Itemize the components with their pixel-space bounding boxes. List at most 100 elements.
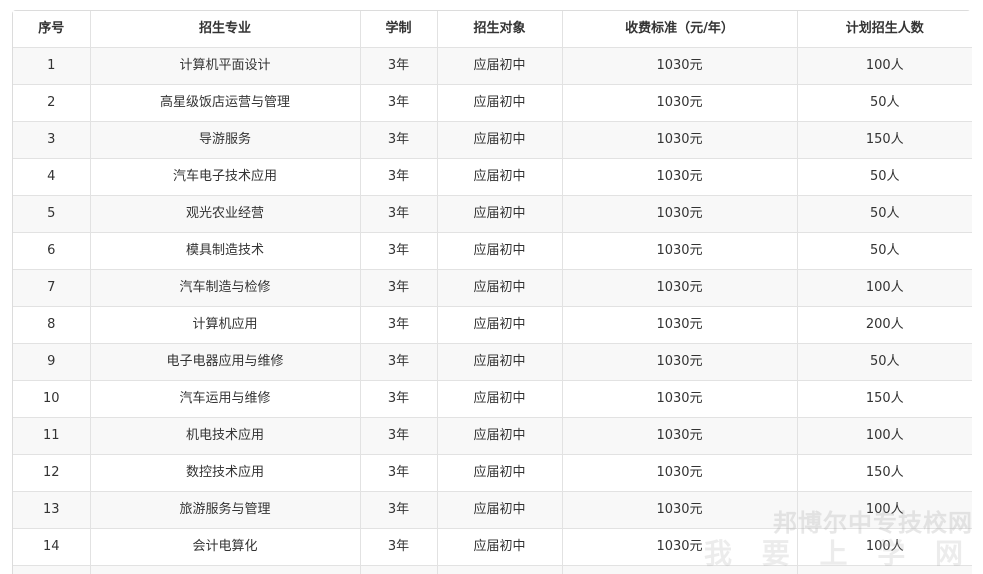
cell-major: 导游服务 [89, 121, 361, 159]
empty-cell [561, 565, 798, 574]
cell-index: 14 [13, 528, 91, 566]
table-row: 2 高星级饭店运营与管理 3年 应届初中 1030元 50人 [13, 84, 972, 122]
cell-quota: 150人 [796, 121, 972, 159]
cell-major: 模具制造技术 [89, 232, 361, 270]
cell-index: 4 [13, 158, 91, 196]
enrollment-table: 序号 招生专业 学制 招生对象 收费标准（元/年） 计划招生人数 1 计算机平面设… [13, 11, 972, 574]
cell-fee: 1030元 [561, 454, 798, 492]
cell-quota: 150人 [796, 454, 972, 492]
empty-cell [796, 565, 972, 574]
table-row: 5 观光农业经营 3年 应届初中 1030元 50人 [13, 195, 972, 233]
cell-duration: 3年 [359, 121, 438, 159]
cell-target: 应届初中 [436, 232, 563, 270]
cell-target: 应届初中 [436, 417, 563, 455]
cell-fee: 1030元 [561, 306, 798, 344]
cell-duration: 3年 [359, 528, 438, 566]
header-duration: 学制 [359, 11, 438, 48]
cell-index: 12 [13, 454, 91, 492]
cell-target: 应届初中 [436, 380, 563, 418]
cell-duration: 3年 [359, 158, 438, 196]
cell-quota: 50人 [796, 195, 972, 233]
cell-duration: 3年 [359, 47, 438, 85]
cell-major: 机电技术应用 [89, 417, 361, 455]
cell-fee: 1030元 [561, 417, 798, 455]
cell-fee: 1030元 [561, 269, 798, 307]
header-quota: 计划招生人数 [796, 11, 972, 48]
cell-target: 应届初中 [436, 343, 563, 381]
cell-target: 应届初中 [436, 121, 563, 159]
cell-target: 应届初中 [436, 306, 563, 344]
cell-duration: 3年 [359, 269, 438, 307]
cell-fee: 1030元 [561, 232, 798, 270]
table-row: 1 计算机平面设计 3年 应届初中 1030元 100人 [13, 47, 972, 85]
cell-major: 汽车制造与检修 [89, 269, 361, 307]
cell-target: 应届初中 [436, 528, 563, 566]
cell-fee: 1030元 [561, 491, 798, 529]
table-body: 1 计算机平面设计 3年 应届初中 1030元 100人 2 高星级饭店运营与管理 3年 应届初中… [13, 47, 972, 574]
table-row-partial [13, 565, 972, 574]
cell-quota: 100人 [796, 417, 972, 455]
cell-index: 3 [13, 121, 91, 159]
cell-fee: 1030元 [561, 47, 798, 85]
table-row: 6 模具制造技术 3年 应届初中 1030元 50人 [13, 232, 972, 270]
table-row: 14 会计电算化 3年 应届初中 1030元 100人 [13, 528, 972, 566]
cell-index: 11 [13, 417, 91, 455]
cell-index: 10 [13, 380, 91, 418]
table-row: 8 计算机应用 3年 应届初中 1030元 200人 [13, 306, 972, 344]
cell-quota: 50人 [796, 158, 972, 196]
cell-fee: 1030元 [561, 121, 798, 159]
table-row: 10 汽车运用与维修 3年 应届初中 1030元 150人 [13, 380, 972, 418]
table-row: 9 电子电器应用与维修 3年 应届初中 1030元 50人 [13, 343, 972, 381]
header-target: 招生对象 [436, 11, 563, 48]
cell-index: 5 [13, 195, 91, 233]
cell-quota: 50人 [796, 343, 972, 381]
cell-major: 汽车运用与维修 [89, 380, 361, 418]
cell-quota: 150人 [796, 380, 972, 418]
cell-fee: 1030元 [561, 158, 798, 196]
cell-quota: 200人 [796, 306, 972, 344]
cell-duration: 3年 [359, 84, 438, 122]
cell-index: 7 [13, 269, 91, 307]
header-fee: 收费标准（元/年） [561, 11, 798, 48]
cell-major: 计算机应用 [89, 306, 361, 344]
enrollment-table-container: 序号 招生专业 学制 招生对象 收费标准（元/年） 计划招生人数 1 计算机平面设… [12, 10, 972, 574]
cell-quota: 100人 [796, 269, 972, 307]
cell-index: 2 [13, 84, 91, 122]
cell-target: 应届初中 [436, 269, 563, 307]
cell-index: 8 [13, 306, 91, 344]
cell-duration: 3年 [359, 454, 438, 492]
cell-quota: 100人 [796, 47, 972, 85]
cell-quota: 50人 [796, 84, 972, 122]
empty-cell [89, 565, 361, 574]
cell-duration: 3年 [359, 306, 438, 344]
cell-major: 电子电器应用与维修 [89, 343, 361, 381]
table-header-row: 序号 招生专业 学制 招生对象 收费标准（元/年） 计划招生人数 [13, 11, 972, 48]
cell-duration: 3年 [359, 343, 438, 381]
cell-index: 13 [13, 491, 91, 529]
cell-major: 汽车电子技术应用 [89, 158, 361, 196]
header-index: 序号 [13, 11, 91, 48]
table-row: 3 导游服务 3年 应届初中 1030元 150人 [13, 121, 972, 159]
empty-cell [359, 565, 438, 574]
table-row: 13 旅游服务与管理 3年 应届初中 1030元 100人 [13, 491, 972, 529]
cell-quota: 100人 [796, 491, 972, 529]
cell-duration: 3年 [359, 232, 438, 270]
table-row: 7 汽车制造与检修 3年 应届初中 1030元 100人 [13, 269, 972, 307]
cell-target: 应届初中 [436, 158, 563, 196]
cell-major: 数控技术应用 [89, 454, 361, 492]
empty-cell [436, 565, 563, 574]
empty-cell [13, 565, 91, 574]
cell-fee: 1030元 [561, 195, 798, 233]
cell-quota: 50人 [796, 232, 972, 270]
cell-index: 9 [13, 343, 91, 381]
cell-major: 观光农业经营 [89, 195, 361, 233]
cell-quota: 100人 [796, 528, 972, 566]
cell-target: 应届初中 [436, 84, 563, 122]
cell-duration: 3年 [359, 491, 438, 529]
cell-fee: 1030元 [561, 380, 798, 418]
cell-duration: 3年 [359, 195, 438, 233]
table-row: 11 机电技术应用 3年 应届初中 1030元 100人 [13, 417, 972, 455]
table-row: 12 数控技术应用 3年 应届初中 1030元 150人 [13, 454, 972, 492]
cell-fee: 1030元 [561, 343, 798, 381]
cell-target: 应届初中 [436, 454, 563, 492]
